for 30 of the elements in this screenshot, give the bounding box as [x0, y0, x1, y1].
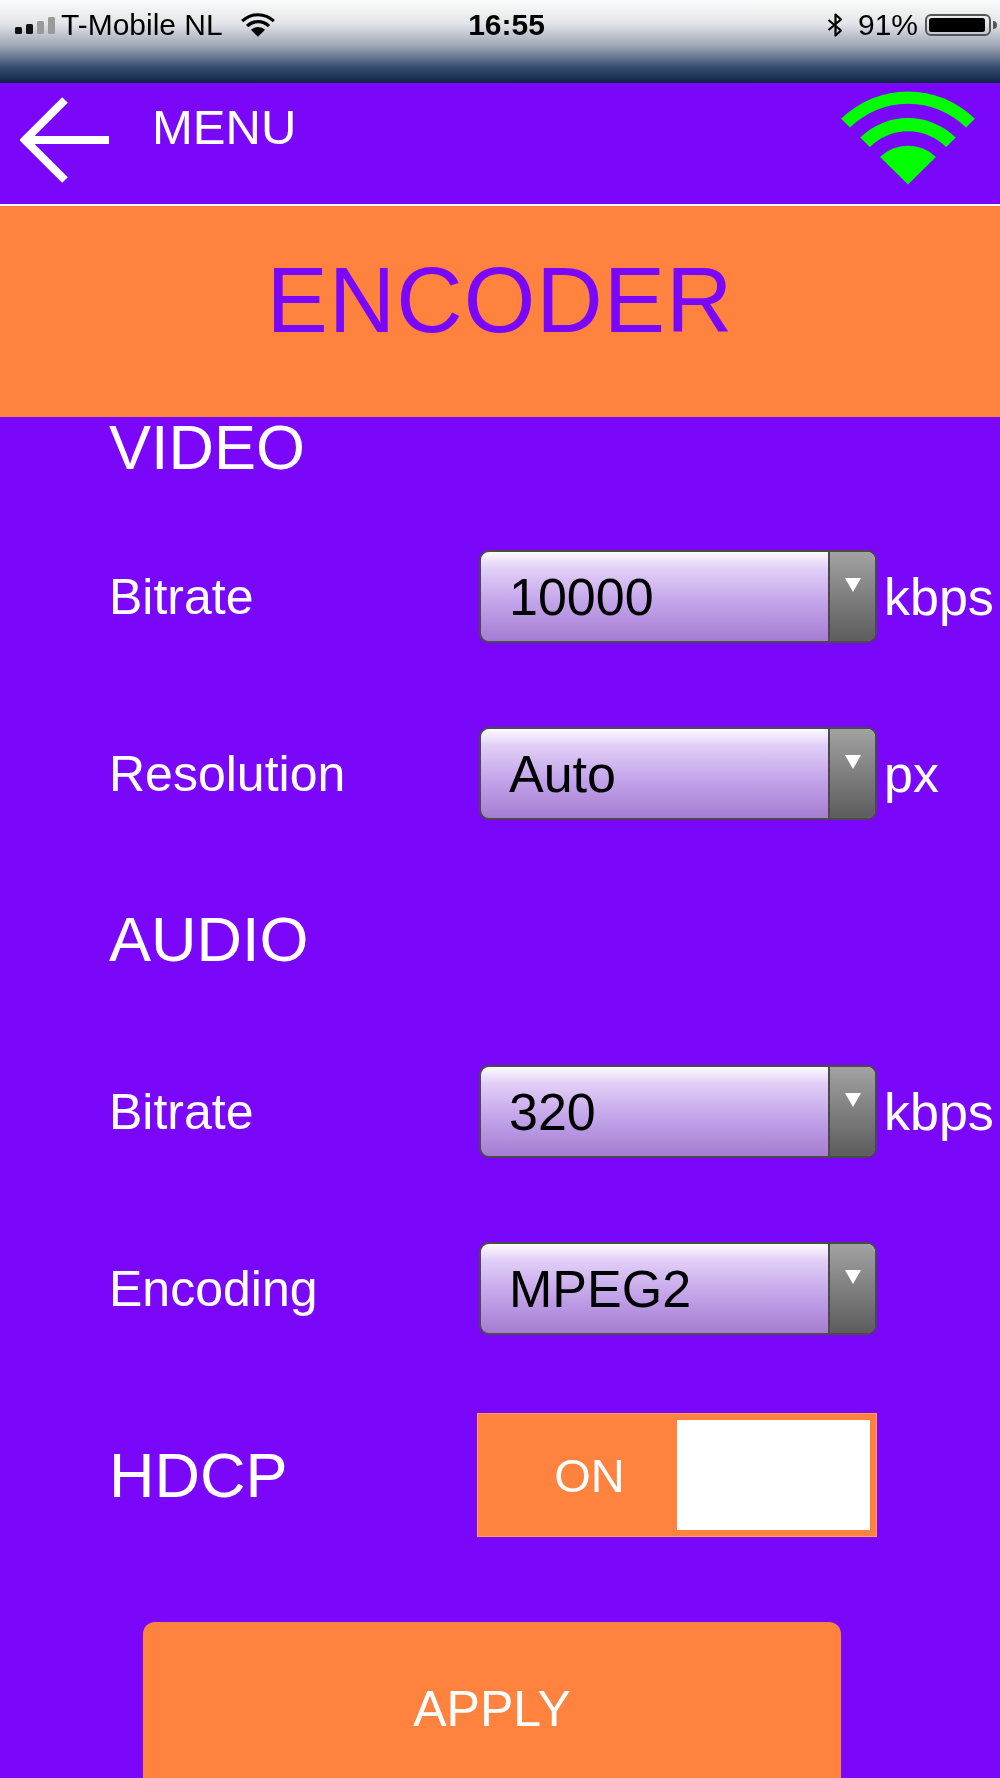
dropdown[interactable]: MPEG2	[479, 1242, 877, 1335]
toggle-thumb[interactable]	[677, 1420, 870, 1530]
wifi-icon	[841, 90, 975, 185]
signal-bars-icon	[15, 16, 55, 34]
dropdown[interactable]: 10000	[479, 550, 877, 643]
field-label: Resolution	[109, 744, 346, 803]
section-heading: VIDEO	[109, 417, 306, 477]
caret-icon	[844, 1093, 861, 1107]
unit-label: px	[884, 743, 939, 804]
back-arrow-icon[interactable]	[20, 96, 109, 183]
carrier-name: T-Mobile NL	[61, 8, 223, 42]
caret-icon	[844, 1270, 861, 1284]
field-label: Encoding	[109, 1259, 318, 1318]
field-label: Bitrate	[109, 567, 254, 626]
page-title: ENCODER	[266, 248, 734, 353]
caret-icon	[844, 755, 861, 769]
battery-icon	[925, 14, 998, 36]
dropdown[interactable]: 320	[479, 1065, 877, 1158]
bluetooth-icon	[826, 13, 844, 37]
wifi-icon	[240, 13, 275, 37]
switch-label: HDCP	[109, 1439, 288, 1511]
caret-icon	[844, 578, 861, 592]
dropdown[interactable]: Auto	[479, 727, 877, 820]
section-heading: AUDIO	[109, 903, 309, 976]
unit-label: kbps	[884, 1081, 994, 1142]
field-label: Bitrate	[109, 1082, 254, 1141]
menu-title[interactable]: MENU	[152, 98, 297, 155]
clock-time: 16:55	[468, 8, 545, 42]
battery-percent: 91%	[857, 8, 918, 42]
unit-label: kbps	[884, 566, 994, 627]
